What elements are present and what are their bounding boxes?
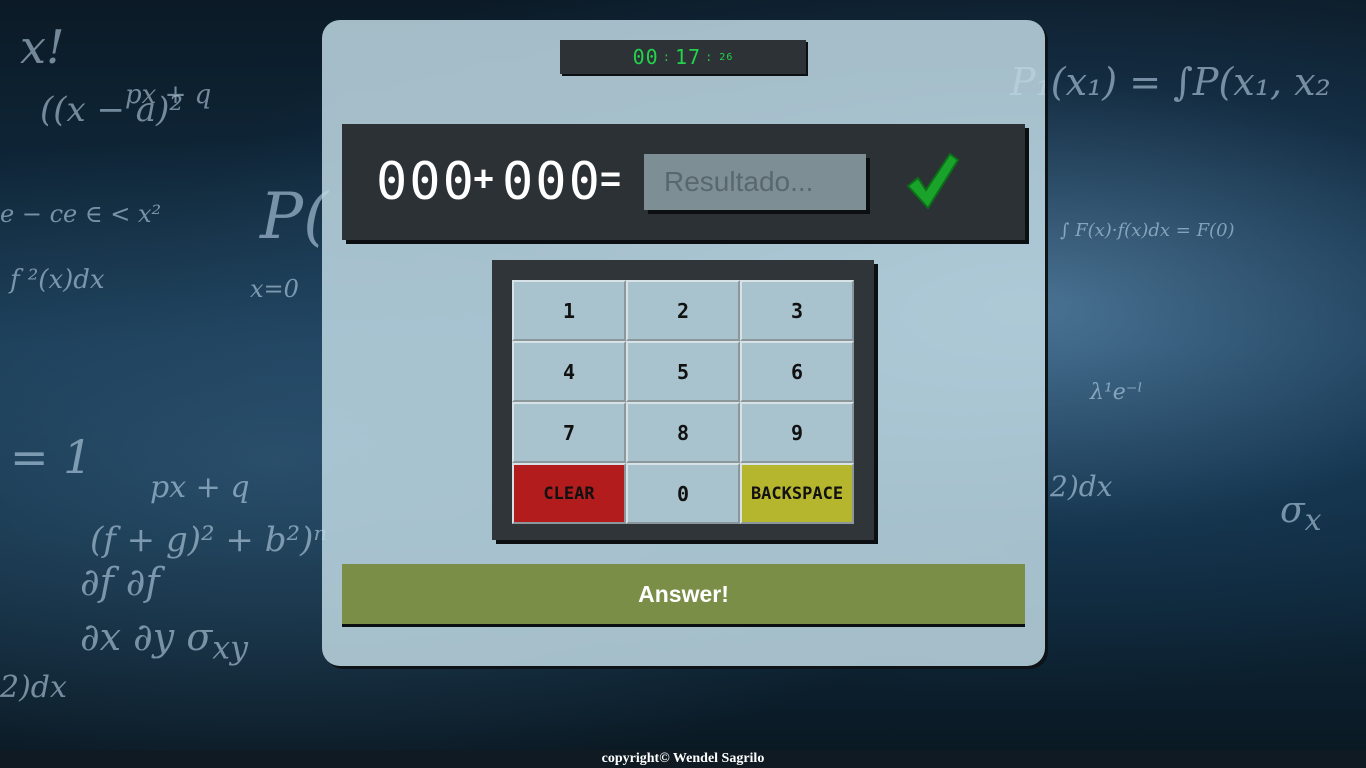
operand-b: 000 — [502, 152, 602, 212]
clear-button[interactable]: CLEAR — [512, 463, 626, 524]
timer-separator: : — [662, 50, 671, 64]
key-5[interactable]: 5 — [626, 341, 740, 402]
operator-sign: + — [473, 158, 495, 199]
answer-button[interactable]: Answer! — [342, 564, 1025, 624]
key-7[interactable]: 7 — [512, 402, 626, 463]
key-4[interactable]: 4 — [512, 341, 626, 402]
check-icon — [906, 152, 960, 210]
quiz-panel: 00 : 17 : 26 000 + 000 = 123456789CLEAR0… — [322, 20, 1045, 666]
timer-centiseconds: 26 — [719, 51, 734, 63]
timer-display: 00 : 17 : 26 — [560, 40, 806, 74]
key-0[interactable]: 0 — [626, 463, 740, 524]
key-3[interactable]: 3 — [740, 280, 854, 341]
result-input[interactable] — [644, 154, 866, 210]
key-1[interactable]: 1 — [512, 280, 626, 341]
numeric-keypad: 1 2 3 4 5 6 7 8 9 CLEAR 0 BACKSPACE — [492, 260, 874, 540]
timer-separator: : — [705, 50, 714, 64]
copyright-footer: copyright© Wendel Sagrilo — [0, 750, 1366, 768]
timer-minutes: 00 — [632, 45, 659, 69]
key-9[interactable]: 9 — [740, 402, 854, 463]
key-2[interactable]: 2 — [626, 280, 740, 341]
equals-sign: = — [600, 158, 622, 199]
backspace-button[interactable]: BACKSPACE — [740, 463, 854, 524]
key-6[interactable]: 6 — [740, 341, 854, 402]
key-8[interactable]: 8 — [626, 402, 740, 463]
timer-seconds: 17 — [674, 45, 702, 69]
operand-a: 000 — [376, 152, 476, 212]
equation-display: 000 + 000 = — [342, 124, 1025, 240]
